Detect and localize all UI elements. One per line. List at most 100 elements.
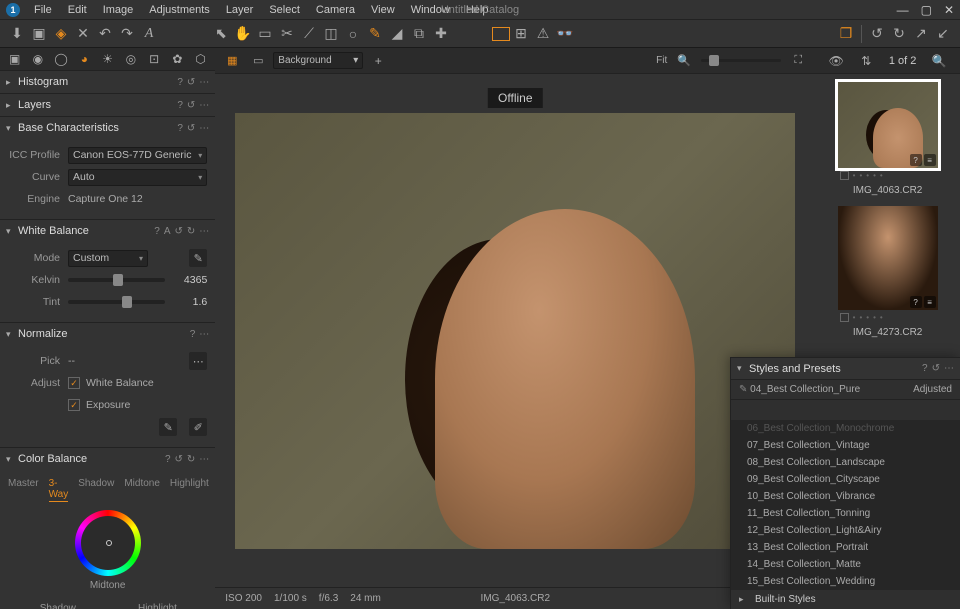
import-icon[interactable]: ⬇: [6, 23, 28, 45]
brush-tool-icon[interactable]: ✎: [364, 23, 386, 45]
help-icon[interactable]: ?: [922, 363, 928, 374]
crop-tool-icon[interactable]: ✂: [276, 23, 298, 45]
white-balance-header[interactable]: ▾ White Balance ?A↺↻⋯: [0, 220, 215, 242]
menu-icon[interactable]: ⋯: [199, 123, 209, 134]
cb-tab-shadow[interactable]: Shadow: [78, 478, 114, 502]
collapse-icon[interactable]: ↙: [932, 23, 954, 45]
add-layer-icon[interactable]: +: [367, 50, 389, 72]
menu-image[interactable]: Image: [95, 4, 142, 16]
camera-icon[interactable]: ▣: [28, 23, 50, 45]
metadata-tab-icon[interactable]: ✿: [169, 48, 186, 70]
cb-tab-midtone[interactable]: Midtone: [124, 478, 160, 502]
color-balance-header[interactable]: ▾ Color Balance ?↺↻⋯: [0, 448, 215, 470]
details-tab-icon[interactable]: ◎: [122, 48, 139, 70]
reset-icon[interactable]: ↺: [187, 100, 195, 111]
menu-icon[interactable]: ⋯: [199, 100, 209, 111]
cursor-tool-icon[interactable]: ⬉: [210, 23, 232, 45]
tint-slider[interactable]: [68, 300, 165, 304]
normalize-picker-1-icon[interactable]: ✎: [159, 418, 177, 436]
cb-tab-master[interactable]: Master: [8, 478, 39, 502]
close-button[interactable]: ✕: [944, 3, 954, 17]
help-icon[interactable]: ?: [177, 100, 183, 111]
single-view-icon[interactable]: ▭: [247, 50, 269, 72]
preset-item[interactable]: 06_Best Collection_Monochrome: [731, 420, 960, 437]
styles-presets-header[interactable]: ▾ Styles and Presets ?↺⋯: [731, 358, 960, 380]
menu-adjustments[interactable]: Adjustments: [141, 4, 218, 16]
wb-checkbox[interactable]: ✓: [68, 377, 80, 389]
copy-icon[interactable]: ↻: [187, 454, 195, 465]
preset-list[interactable]: 06_Best Collection_Monochrome 07_Best Co…: [731, 420, 960, 590]
text-tool-icon[interactable]: A: [138, 23, 160, 45]
layer-select[interactable]: Background▾: [273, 52, 363, 69]
menu-layer[interactable]: Layer: [218, 4, 262, 16]
expand-viewer-icon[interactable]: ⛶: [787, 50, 809, 72]
icc-profile-select[interactable]: Canon EOS-77D Generic▾: [68, 147, 207, 164]
eyedropper-icon[interactable]: ✎: [189, 249, 207, 267]
cancel-icon[interactable]: ✕: [72, 23, 94, 45]
redo-icon[interactable]: ↷: [116, 23, 138, 45]
eye-icon[interactable]: 👁: [825, 50, 847, 72]
menu-icon[interactable]: ⋯: [199, 226, 209, 237]
sort-icon[interactable]: ⇅: [855, 50, 877, 72]
glasses-icon[interactable]: 👓: [554, 23, 576, 45]
preset-item[interactable]: 08_Best Collection_Landscape: [731, 454, 960, 471]
curve-select[interactable]: Auto▾: [68, 169, 207, 186]
layers-panel-header[interactable]: ▸ Layers ?↺⋯: [0, 94, 215, 116]
menu-edit[interactable]: Edit: [60, 4, 95, 16]
preset-item[interactable]: 13_Best Collection_Portrait: [731, 539, 960, 556]
undo-icon[interactable]: ↶: [94, 23, 116, 45]
midtone-wheel[interactable]: [75, 510, 141, 576]
erase-tool-icon[interactable]: ◢: [386, 23, 408, 45]
menu-view[interactable]: View: [363, 4, 403, 16]
pick-options-icon[interactable]: ⋯: [189, 352, 207, 370]
grid-icon[interactable]: ⊞: [510, 23, 532, 45]
preset-item[interactable]: 09_Best Collection_Cityscape: [731, 471, 960, 488]
copy-icon[interactable]: ↻: [187, 226, 195, 237]
search-icon[interactable]: 🔍: [928, 50, 950, 72]
builtin-styles-toggle[interactable]: ▸Built-in Styles: [731, 590, 960, 609]
gallery-icon[interactable]: ❐: [835, 23, 857, 45]
reset-icon[interactable]: ↺: [187, 123, 195, 134]
preset-item[interactable]: 14_Best Collection_Matte: [731, 556, 960, 573]
menu-icon[interactable]: ⋯: [199, 77, 209, 88]
lens-tab-icon[interactable]: ◯: [53, 48, 70, 70]
tag-icon[interactable]: ◈: [50, 23, 72, 45]
help-icon[interactable]: ?: [177, 77, 183, 88]
menu-icon[interactable]: ⋯: [199, 454, 209, 465]
menu-camera[interactable]: Camera: [308, 4, 363, 16]
menu-file[interactable]: File: [26, 4, 60, 16]
menu-select[interactable]: Select: [261, 4, 308, 16]
clone-tool-icon[interactable]: ⧉: [408, 23, 430, 45]
color-tab-icon[interactable]: ◕: [76, 48, 93, 70]
menu-icon[interactable]: ⋯: [944, 363, 954, 374]
thumbnail-2[interactable]: ?≡ ••••• IMG_4273.CR2: [838, 206, 938, 340]
grid-view-icon[interactable]: ▦: [221, 50, 243, 72]
capture-tab-icon[interactable]: ◉: [29, 48, 46, 70]
zoom-slider[interactable]: [701, 59, 781, 62]
preset-item[interactable]: 15_Best Collection_Wedding: [731, 573, 960, 590]
cb-tab-highlight[interactable]: Highlight: [170, 478, 209, 502]
auto-icon[interactable]: A: [164, 226, 171, 237]
zoom-icon[interactable]: 🔍: [673, 50, 695, 72]
preset-item[interactable]: 11_Best Collection_Tonning: [731, 505, 960, 522]
base-characteristics-header[interactable]: ▾ Base Characteristics ?↺⋯: [0, 117, 215, 139]
exposure-tab-icon[interactable]: ☀: [99, 48, 116, 70]
normalize-picker-2-icon[interactable]: ✐: [189, 418, 207, 436]
reset-icon[interactable]: ↺: [932, 363, 940, 374]
preset-item[interactable]: 07_Best Collection_Vintage: [731, 437, 960, 454]
wb-mode-select[interactable]: Custom▾: [68, 250, 148, 267]
help-icon[interactable]: ?: [154, 226, 160, 237]
keystone-tool-icon[interactable]: ◫: [320, 23, 342, 45]
hand-tool-icon[interactable]: ✋: [232, 23, 254, 45]
rotate-ccw-icon[interactable]: ↺: [866, 23, 888, 45]
spot-tool-icon[interactable]: ○: [342, 23, 364, 45]
preset-item[interactable]: 12_Best Collection_Light&Airy: [731, 522, 960, 539]
maximize-button[interactable]: ▢: [921, 3, 932, 17]
rotate-cw-icon[interactable]: ↻: [888, 23, 910, 45]
straighten-tool-icon[interactable]: ⟋: [298, 23, 320, 45]
heal-tool-icon[interactable]: ✚: [430, 23, 452, 45]
main-image[interactable]: [235, 113, 795, 549]
cb-tab-3way[interactable]: 3-Way: [49, 478, 69, 502]
adjust-tab-icon[interactable]: ⊡: [146, 48, 163, 70]
preset-item[interactable]: 10_Best Collection_Vibrance: [731, 488, 960, 505]
